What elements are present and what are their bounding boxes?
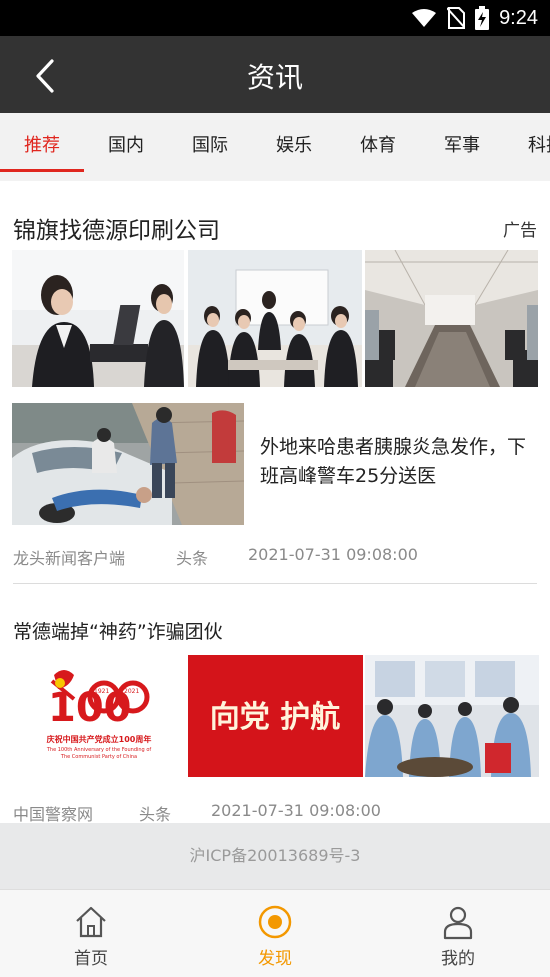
nav-discover-label: 发现 [258, 949, 292, 969]
category-tabs: 推荐 国内 国际 娱乐 体育 军事 科技 [0, 113, 550, 181]
badge-year-left: 1921 [94, 688, 109, 695]
news2-time: 2021-07-31 09:08:00 [211, 801, 381, 820]
news2-image-1[interactable]: 100 1921 2021 庆祝中国共产党成立100周年 The 100th A… [12, 655, 186, 777]
badge-year-right: 2021 [124, 688, 139, 695]
news-source: 龙头新闻客户端 [13, 549, 126, 568]
active-tab-indicator [0, 169, 84, 172]
news-image-1[interactable] [12, 403, 244, 525]
news-time: 2021-07-31 09:08:00 [248, 545, 418, 564]
tab-domestic[interactable]: 国内 [84, 113, 168, 181]
nav-profile[interactable]: 我的 [398, 890, 518, 977]
divider [13, 583, 537, 584]
news2-source: 中国警察网 [13, 805, 94, 823]
bottom-nav: 首页 发现 我的 [0, 889, 550, 977]
tab-international[interactable]: 国际 [168, 113, 252, 181]
banner-slogan: 向党 护航 [210, 700, 340, 735]
nav-profile-label: 我的 [441, 949, 475, 969]
status-icons: 9:24 [411, 6, 538, 30]
ad-title[interactable]: 锦旗找德源印刷公司 [13, 211, 220, 245]
wifi-icon [412, 9, 437, 27]
news-title-2[interactable]: 常德端掉“神药”诈骗团伙 [13, 617, 223, 644]
ad-image-2[interactable] [188, 250, 362, 387]
nav-home[interactable]: 首页 [31, 890, 151, 977]
tab-entertainment[interactable]: 娱乐 [252, 113, 336, 181]
badge-caption-en-2: The Communist Party of China [60, 754, 137, 760]
status-bar: 9:24 [0, 0, 550, 36]
badge-caption: 庆祝中国共产党成立100周年 [46, 734, 152, 744]
party-anniversary-emblem: 100 1921 2021 庆祝中国共产党成立100周年 The 100th A… [12, 655, 186, 777]
ad-badge: 广告 [503, 221, 537, 241]
home-icon [76, 906, 106, 938]
no-sim-icon [447, 7, 466, 29]
news-category: 头条 [176, 549, 209, 568]
news-feed[interactable]: 锦旗找德源印刷公司 广告 外地来哈患者胰腺炎急发作，下班高峰警车25分送医 龙头… [0, 181, 550, 823]
discover-icon [258, 905, 292, 939]
nav-discover[interactable]: 发现 [215, 890, 335, 977]
news-title[interactable]: 外地来哈患者胰腺炎急发作，下班高峰警车25分送医 [260, 433, 530, 491]
app-bar: 资讯 [0, 36, 550, 113]
tab-military[interactable]: 军事 [420, 113, 504, 181]
user-icon [443, 906, 473, 940]
news2-category: 头条 [139, 805, 172, 823]
battery-charging-icon [475, 6, 490, 30]
ad-image-3[interactable] [365, 250, 538, 387]
status-time: 9:24 [499, 6, 538, 29]
page-title: 资讯 [246, 61, 303, 94]
icp-footer: 沪ICP备20013689号-3 [0, 823, 550, 889]
ad-image-1[interactable] [12, 250, 184, 387]
badge-caption-en-1: The 100th Anniversary of the Founding of [46, 747, 152, 753]
news2-image-3[interactable] [365, 655, 539, 777]
tab-technology[interactable]: 科技 [504, 113, 550, 181]
tab-sports[interactable]: 体育 [336, 113, 420, 181]
nav-home-label: 首页 [74, 949, 108, 969]
news2-image-2[interactable]: 向党 护航 [188, 655, 363, 777]
